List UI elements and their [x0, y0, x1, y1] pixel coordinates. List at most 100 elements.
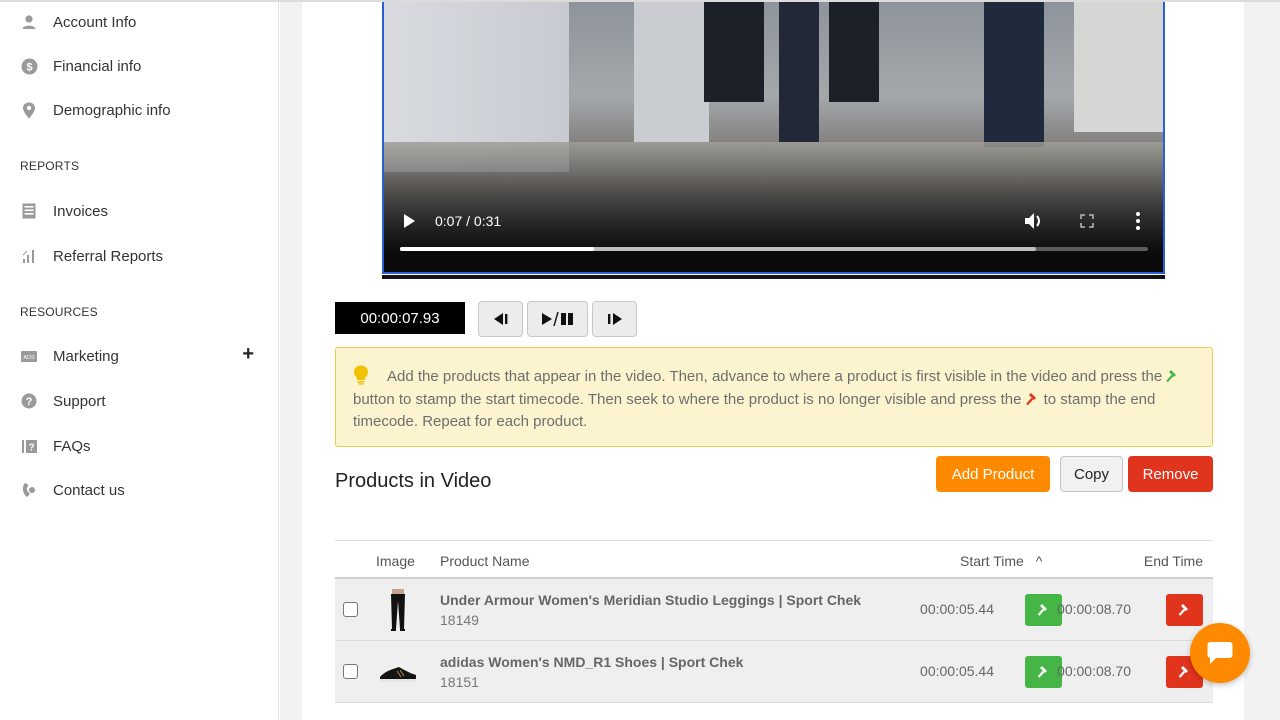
sidebar-item-label: Support — [53, 392, 106, 410]
sidebar-item-faqs[interactable]: ? FAQs — [20, 433, 260, 459]
video-frame-bag — [829, 2, 879, 102]
product-image-shoe — [377, 649, 419, 695]
sidebar: Account Info $ Financial info Demographi… — [0, 2, 279, 720]
invoice-icon — [20, 202, 38, 220]
lightbulb-icon — [353, 365, 369, 385]
svg-text:?: ? — [26, 396, 33, 408]
svg-text:ADS: ADS — [23, 355, 35, 361]
user-icon — [20, 13, 38, 31]
sort-ascending-icon: ^ — [1035, 553, 1043, 569]
video-progress-bar — [400, 247, 595, 251]
sidebar-section-resources: RESOURCES — [20, 305, 98, 319]
video-player[interactable]: 0:07 / 0:31 — [382, 2, 1165, 274]
gavel-icon — [1178, 604, 1188, 616]
start-time-value: 00:00:05.44 — [920, 601, 994, 617]
volume-icon[interactable] — [1024, 211, 1046, 231]
gavel-icon — [1178, 666, 1188, 678]
product-id: 18149 — [440, 612, 479, 628]
dollar-icon: $ — [20, 57, 38, 75]
video-frame-person — [984, 2, 1044, 147]
column-header-end-time[interactable]: End Time — [1144, 553, 1203, 569]
content-gutter-right — [1244, 2, 1280, 720]
video-seek-bar[interactable] — [400, 247, 1148, 251]
sidebar-item-support[interactable]: ? Support — [20, 388, 260, 414]
gavel-icon — [1037, 604, 1047, 616]
sidebar-item-label: FAQs — [53, 437, 91, 455]
product-name: adidas Women's NMD_R1 Shoes | Sport Chek — [440, 654, 744, 670]
start-time-value: 00:00:05.44 — [920, 663, 994, 679]
video-frame-person — [779, 2, 819, 142]
video-frame-wall — [1074, 2, 1163, 132]
remove-button[interactable]: Remove — [1128, 456, 1213, 492]
start-stamp-icon — [1166, 368, 1180, 383]
gavel-icon — [1037, 666, 1047, 678]
stamp-end-button[interactable] — [1166, 594, 1203, 626]
table-row: Under Armour Women's Meridian Studio Leg… — [335, 579, 1213, 641]
video-controls: 0:07 / 0:31 — [384, 202, 1163, 272]
sidebar-item-label: Contact us — [53, 481, 125, 499]
sidebar-item-label: Invoices — [53, 202, 109, 220]
sidebar-item-referral-reports[interactable]: Referral Reports — [20, 243, 260, 269]
sidebar-item-invoices[interactable]: Invoices — [20, 198, 260, 224]
content-gutter-left — [280, 2, 302, 720]
timecode-display: 00:00:07.93 — [335, 302, 465, 334]
video-frame-door — [634, 2, 709, 142]
sidebar-item-financial-info[interactable]: $ Financial info — [20, 53, 260, 79]
expand-plus-icon[interactable]: + — [242, 343, 254, 366]
prev-frame-icon — [493, 313, 507, 325]
ads-icon: ADS — [20, 347, 38, 365]
bar-chart-icon — [20, 247, 38, 265]
instructions-tip: Add the products that appear in the vide… — [335, 347, 1213, 447]
start-time-label: Start Time — [960, 553, 1024, 569]
video-frame-bag — [704, 2, 764, 102]
question-circle-icon: ? — [20, 392, 38, 410]
copy-button[interactable]: Copy — [1060, 456, 1123, 492]
faq-icon: ? — [20, 437, 38, 455]
tip-text: Add the products that appear in the vide… — [353, 365, 1203, 434]
video-underline — [382, 275, 1165, 279]
sidebar-item-contact-us[interactable]: Contact us — [20, 477, 260, 503]
table-row: adidas Women's NMD_R1 Shoes | Sport Chek… — [335, 641, 1213, 703]
map-pin-icon — [20, 101, 38, 119]
next-frame-icon — [607, 313, 622, 325]
sidebar-item-marketing[interactable]: ADS Marketing + — [20, 343, 260, 369]
tip-text-part2: button to stamp the start timecode. Then… — [353, 390, 1022, 408]
play-pause-icon — [541, 312, 573, 326]
end-stamp-icon — [1025, 391, 1040, 405]
sidebar-item-label: Financial info — [53, 57, 142, 75]
sidebar-item-label: Referral Reports — [53, 247, 164, 265]
sidebar-item-account-info[interactable]: Account Info — [20, 9, 260, 35]
add-product-button[interactable]: Add Product — [936, 456, 1050, 492]
product-id: 18151 — [440, 674, 479, 690]
prev-frame-button[interactable] — [478, 301, 523, 337]
phone-icon — [20, 481, 38, 499]
more-options-icon[interactable] — [1132, 211, 1144, 231]
column-header-image: Image — [376, 553, 415, 569]
play-icon[interactable] — [404, 214, 415, 228]
sidebar-item-label: Marketing — [53, 347, 119, 365]
row-checkbox[interactable] — [343, 664, 358, 679]
chat-icon — [1207, 642, 1233, 664]
product-name: Under Armour Women's Meridian Studio Leg… — [440, 592, 862, 608]
sidebar-item-label: Account Info — [53, 13, 137, 31]
next-frame-button[interactable] — [592, 301, 637, 337]
column-header-product-name[interactable]: Product Name — [440, 553, 529, 569]
row-checkbox[interactable] — [343, 602, 358, 617]
fullscreen-icon[interactable] — [1079, 213, 1095, 229]
play-pause-button[interactable] — [527, 301, 588, 337]
products-table: Image Product Name Start Time ^ End Time… — [335, 540, 1213, 703]
product-image-leggings — [377, 587, 419, 633]
column-header-start-time[interactable]: Start Time ^ — [960, 553, 1042, 569]
sidebar-item-demographic-info[interactable]: Demographic info — [20, 97, 260, 123]
tip-text-part1: Add the products that appear in the vide… — [387, 368, 1163, 385]
svg-text:$: $ — [26, 61, 32, 73]
chat-launcher-button[interactable] — [1190, 623, 1250, 683]
svg-text:?: ? — [28, 442, 34, 453]
end-time-value: 00:00:08.70 — [1057, 663, 1131, 679]
end-time-value: 00:00:08.70 — [1057, 601, 1131, 617]
table-header: Image Product Name Start Time ^ End Time — [335, 541, 1213, 579]
video-time-display: 0:07 / 0:31 — [435, 213, 502, 229]
products-section-title: Products in Video — [335, 470, 492, 492]
sidebar-item-label: Demographic info — [53, 101, 171, 119]
sidebar-section-reports: REPORTS — [20, 159, 80, 173]
